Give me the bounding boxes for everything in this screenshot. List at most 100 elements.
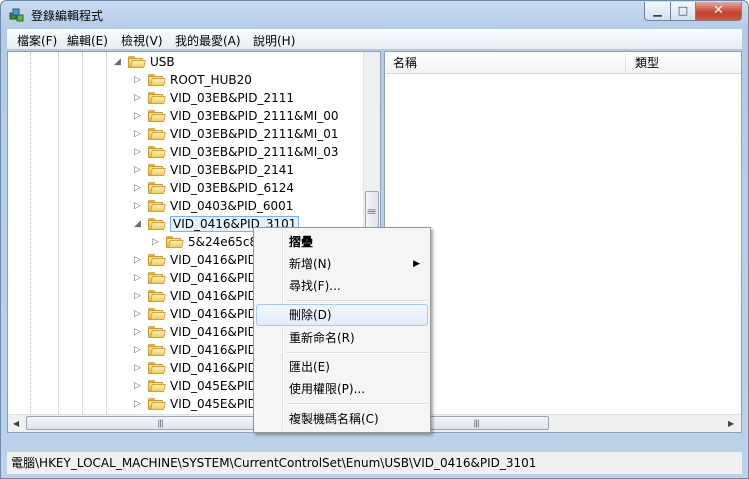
tree-node-label: VID_03EB&PID_2111 <box>170 91 294 105</box>
menu-item-rename[interactable]: 重新命名(R) <box>256 327 428 349</box>
collapsed-arrow-icon[interactable]: ▷ <box>134 179 141 197</box>
folder-icon <box>148 344 166 356</box>
tree-node-label: VID_03EB&PID_2141 <box>170 163 294 177</box>
tree-node-label: VID_045E&PID_ <box>170 379 263 393</box>
folder-icon <box>148 290 166 302</box>
scroll-right-icon[interactable]: ▶ <box>728 419 734 428</box>
regedit-window: 登錄編輯程式 ▁ □ ✕ 檔案(F) 編輯(E) 檢視(V) 我的最愛(A) 說… <box>0 0 749 479</box>
folder-icon <box>148 146 166 158</box>
maximize-button[interactable]: □ <box>670 2 696 21</box>
tree-node-label: USB <box>150 55 175 69</box>
folder-icon <box>148 326 166 338</box>
folder-icon <box>148 182 166 194</box>
tree-node-label: VID_03EB&PID_6124 <box>170 181 294 195</box>
tree-node-label: VID_045E&PID_ <box>170 397 263 411</box>
status-path: 電腦\HKEY_LOCAL_MACHINE\SYSTEM\CurrentCont… <box>11 456 537 470</box>
registry-app-icon <box>9 8 24 22</box>
menu-help[interactable]: 說明(H) <box>253 32 295 49</box>
tree-node-label: VID_03EB&PID_2111&MI_00 <box>170 109 339 123</box>
tree-guide-line <box>58 52 59 432</box>
folder-icon <box>148 254 166 266</box>
collapsed-arrow-icon[interactable]: ▷ <box>134 251 141 269</box>
tree-node-label: VID_0416&PID_ <box>170 289 263 303</box>
folder-icon <box>148 92 166 104</box>
context-menu: 摺疊 新增(N) ▶ 尋找(F)... 刪除(D) 重新命名(R) 匯出(E) … <box>253 227 431 433</box>
folder-icon <box>148 200 166 212</box>
tree-node-label: VID_0403&PID_6001 <box>170 199 294 213</box>
collapsed-arrow-icon[interactable]: ▷ <box>134 287 141 305</box>
collapsed-arrow-icon[interactable]: ▷ <box>134 377 141 395</box>
list-header <box>385 52 741 74</box>
menu-favorites[interactable]: 我的最愛(A) <box>175 32 241 49</box>
column-separator[interactable] <box>625 54 626 72</box>
collapsed-arrow-icon[interactable]: ▷ <box>134 269 141 287</box>
menu-item-copy-key-name[interactable]: 複製機碼名稱(C) <box>256 408 428 430</box>
menu-item-find[interactable]: 尋找(F)... <box>256 275 428 297</box>
scroll-thumb[interactable]: ||| <box>365 191 379 231</box>
menu-edit[interactable]: 編輯(E) <box>67 32 108 49</box>
menu-separator <box>286 300 428 302</box>
minimize-icon: ▁ <box>653 4 662 17</box>
tree-guide-line <box>106 52 107 432</box>
folder-icon <box>148 110 166 122</box>
expanded-arrow-icon[interactable]: ◢ <box>134 215 141 233</box>
collapsed-arrow-icon[interactable]: ▷ <box>152 233 159 251</box>
folder-icon <box>148 272 166 284</box>
folder-icon <box>148 74 166 86</box>
folder-icon <box>148 218 166 230</box>
values-pane[interactable]: 名稱 類型 ◀ ||| ▶ <box>384 51 742 433</box>
folder-icon <box>148 362 166 374</box>
close-button[interactable]: ✕ <box>695 2 742 21</box>
menu-item-new-label: 新增(N) <box>289 257 332 271</box>
menu-item-new[interactable]: 新增(N) ▶ <box>256 253 428 275</box>
menu-view[interactable]: 檢視(V) <box>121 32 163 49</box>
collapsed-arrow-icon[interactable]: ▷ <box>134 305 141 323</box>
tree-guide-line <box>82 52 83 432</box>
values-horizontal-scrollbar[interactable]: ◀ ||| ▶ <box>385 414 741 432</box>
menu-file[interactable]: 檔案(F) <box>17 32 57 49</box>
folder-icon <box>166 236 184 248</box>
title-bar[interactable]: 登錄編輯程式 ▁ □ ✕ <box>1 1 748 29</box>
collapsed-arrow-icon[interactable]: ▷ <box>134 71 141 89</box>
column-type-header[interactable]: 類型 <box>635 52 659 74</box>
collapsed-arrow-icon[interactable]: ▷ <box>134 197 141 215</box>
menu-bar: 檔案(F) 編輯(E) 檢視(V) 我的最愛(A) 說明(H) <box>7 29 742 50</box>
maximize-icon: □ <box>677 4 689 17</box>
close-icon: ✕ <box>713 3 724 18</box>
tree-node-label: VID_0416&PID_ <box>170 343 263 357</box>
collapsed-arrow-icon[interactable]: ▷ <box>134 323 141 341</box>
tree-node-label: VID_03EB&PID_2111&MI_01 <box>170 127 339 141</box>
collapsed-arrow-icon[interactable]: ▷ <box>134 359 141 377</box>
minimize-button[interactable]: ▁ <box>644 2 671 21</box>
folder-open-icon <box>128 56 146 68</box>
submenu-arrow-icon: ▶ <box>413 259 420 269</box>
column-name-header[interactable]: 名稱 <box>393 52 417 74</box>
tree-node-label: VID_03EB&PID_2111&MI_03 <box>170 145 339 159</box>
collapsed-arrow-icon[interactable]: ▷ <box>134 341 141 359</box>
folder-icon <box>148 308 166 320</box>
menu-item-delete[interactable]: 刪除(D) <box>256 304 428 326</box>
menu-item-export[interactable]: 匯出(E) <box>256 356 428 378</box>
tree-node-label: ROOT_HUB20 <box>170 73 252 87</box>
tree-guide-line <box>30 52 31 432</box>
tree-node-label: VID_0416&PID_ <box>170 307 263 321</box>
menu-item-permissions[interactable]: 使用權限(P)... <box>256 378 428 400</box>
tree-node-label: VID_0416&PID_ <box>170 325 263 339</box>
tree-node-label: VID_0416&PID_ <box>170 253 263 267</box>
scroll-left-icon[interactable]: ◀ <box>13 419 19 428</box>
folder-icon <box>148 128 166 140</box>
status-bar: 電腦\HKEY_LOCAL_MACHINE\SYSTEM\CurrentCont… <box>7 451 742 474</box>
menu-item-collapse[interactable]: 摺疊 <box>256 231 428 253</box>
folder-icon <box>148 164 166 176</box>
tree-node-label: VID_0416&PID_ <box>170 271 263 285</box>
collapsed-arrow-icon[interactable]: ▷ <box>134 161 141 179</box>
collapsed-arrow-icon[interactable]: ▷ <box>134 89 141 107</box>
collapsed-arrow-icon[interactable]: ▷ <box>134 125 141 143</box>
folder-icon <box>148 398 166 410</box>
window-title: 登錄編輯程式 <box>31 9 104 23</box>
collapsed-arrow-icon[interactable]: ▷ <box>134 143 141 161</box>
collapsed-arrow-icon[interactable]: ▷ <box>134 107 141 125</box>
tree-node-label: VID_0416&PID_ <box>170 361 263 375</box>
collapsed-arrow-icon[interactable]: ▷ <box>134 395 141 413</box>
expanded-arrow-icon[interactable]: ◢ <box>114 53 121 71</box>
